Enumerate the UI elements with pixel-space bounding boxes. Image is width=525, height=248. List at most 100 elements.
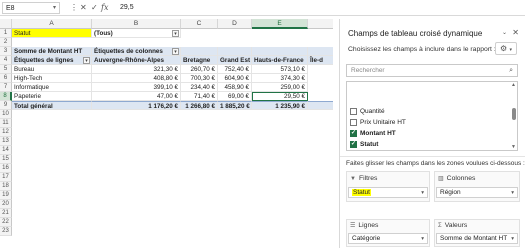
row-header[interactable]: 2 [0,38,12,47]
chevron-down-icon[interactable]: ▾ [53,4,56,13]
row-header[interactable]: 20 [0,200,12,209]
pivot-total-cell[interactable]: 1 885,20 € [218,101,252,110]
row-header[interactable]: 5 [0,65,12,74]
pivot-total-cell[interactable]: 1 176,20 € [92,101,181,110]
values-zone-field[interactable]: Somme de Montant HT ▾ [436,233,518,244]
enter-icon[interactable]: ✓ [91,2,98,14]
scrollbar-thumb[interactable] [512,108,516,120]
pivot-filter-value[interactable]: (Tous) [92,29,181,38]
field-list[interactable]: Quantité Prix Unitaire HT ✓ Montant HT ✓ S… [346,81,518,151]
row-header[interactable]: 3 [0,47,12,56]
pivot-total-cell[interactable]: 1 266,80 € [181,101,218,110]
row-header[interactable]: 12 [0,128,12,137]
pivot-value-cell[interactable]: 71,40 € [181,92,218,101]
row-labels-dropdown-icon[interactable]: ▾ [83,57,90,64]
row-header[interactable]: 10 [0,110,12,119]
pivot-total-label[interactable]: Total général [12,101,92,110]
pivot-value-cell[interactable]: 374,30 € [252,74,308,83]
chevron-down-icon[interactable]: ▾ [421,234,424,244]
close-icon[interactable]: ✕ [512,28,519,37]
row-header[interactable]: 18 [0,182,12,191]
row-header[interactable]: 17 [0,173,12,182]
checkbox-checked[interactable]: ✓ [350,129,357,137]
pivot-value-cell[interactable]: 321,30 € [92,65,181,74]
scroll-down-icon[interactable]: ▼ [511,144,516,150]
column-labels-dropdown-icon[interactable]: ▾ [172,48,179,55]
column-header-b[interactable]: B [92,19,181,29]
pivot-value-cell[interactable]: 752,40 € [218,65,252,74]
row-header[interactable]: 6 [0,74,12,83]
field-item-prix-unitaire[interactable]: Prix Unitaire HT [350,118,406,127]
column-header-f[interactable] [308,19,333,29]
row-header[interactable]: 21 [0,209,12,218]
pivot-total-cell[interactable] [308,101,333,110]
checkbox[interactable] [350,107,357,115]
chevron-down-icon[interactable]: ▾ [511,188,514,198]
checkbox-checked[interactable]: ✓ [350,140,357,148]
row-header[interactable]: 16 [0,164,12,173]
more-options-icon[interactable]: ⋮ [70,2,78,14]
scroll-up-icon[interactable]: ▲ [511,82,516,88]
row-header[interactable]: 22 [0,218,12,227]
pivot-value-cell[interactable]: 604,90 € [218,74,252,83]
pivot-value-cell[interactable]: 408,80 € [92,74,181,83]
row-header[interactable]: 13 [0,137,12,146]
field-item-quantite[interactable]: Quantité [350,107,385,116]
field-item-statut[interactable]: ✓ Statut [350,140,378,149]
sigma-icon: Σ [438,223,442,229]
row-header[interactable]: 11 [0,119,12,128]
filter-dropdown-icon[interactable]: ▾ [172,30,179,37]
gear-icon[interactable]: ⚙ ▾ [495,42,517,55]
pivot-value-cell[interactable]: 234,40 € [181,83,218,92]
column-header-d[interactable]: D [218,19,252,29]
row-header[interactable]: 7 [0,83,12,92]
column-header-e[interactable]: E [252,19,308,29]
row-header[interactable]: 19 [0,191,12,200]
row-header[interactable]: 8 [0,92,12,101]
field-label: Montant HT [360,130,396,137]
pivot-value-cell[interactable]: 573,10 € [252,65,308,74]
select-all-corner[interactable] [0,19,12,29]
checkbox[interactable] [350,118,357,126]
chevron-down-icon[interactable]: ▾ [421,188,424,198]
pivot-value-cell[interactable]: 259,00 € [252,83,308,92]
pivot-header-blank [181,47,218,56]
rows-label: Lignes [358,222,379,229]
pivot-filter-label[interactable]: Statut [12,29,92,38]
pivot-row-label[interactable]: Informatique [12,83,92,92]
pivot-row-label[interactable]: Papeterie [12,92,92,101]
chevron-down-icon[interactable]: ⌄ [502,29,507,36]
field-list-scrollbar[interactable]: ▲ ▼ [511,82,516,150]
pivot-total-cell[interactable]: 1 235,90 € [252,101,308,110]
pivot-value-cell[interactable]: 69,00 € [218,92,252,101]
row-header[interactable]: 14 [0,146,12,155]
filters-zone-field[interactable]: Statut ▾ [348,187,428,198]
pivot-value-cell[interactable]: 47,00 € [92,92,181,101]
pivot-row-label[interactable]: Bureau [12,65,92,74]
pivot-value-cell[interactable]: 700,30 € [181,74,218,83]
search-input[interactable]: Rechercher ⌕ [346,64,518,77]
column-header-a[interactable]: A [12,19,92,29]
gear-glyph: ⚙ [500,44,508,53]
cancel-icon[interactable]: ✕ [80,2,87,14]
columns-zone-field[interactable]: Région ▾ [436,187,518,198]
field-item-montant[interactable]: ✓ Montant HT [350,129,396,138]
rows-zone-field[interactable]: Catégorie ▾ [348,233,428,244]
name-box[interactable]: E8 ▾ [2,2,60,14]
pivot-row-label[interactable]: High-Tech [12,74,92,83]
row-header[interactable]: 15 [0,155,12,164]
insert-function-icon[interactable]: fx [101,2,108,14]
pivot-value-cell[interactable]: 260,70 € [181,65,218,74]
formula-input[interactable]: 29,5 [120,2,134,14]
row-header[interactable]: 4 [0,56,12,65]
row-header[interactable]: 23 [0,227,12,236]
column-header-c[interactable]: C [181,19,218,29]
pivot-header-blank [252,47,308,56]
pivot-value-cell[interactable]: 458,90 € [218,83,252,92]
active-cell[interactable]: 29,50 € [252,92,308,101]
pivot-value-cell[interactable]: 399,10 € [92,83,181,92]
row-header[interactable]: 1 [0,29,12,38]
chevron-down-icon[interactable]: ▾ [511,234,514,244]
spreadsheet-grid[interactable]: A B C D E 1 2 3 4 5 6 7 8 9 10 11 12 13 … [0,19,333,248]
row-header[interactable]: 9 [0,101,12,110]
